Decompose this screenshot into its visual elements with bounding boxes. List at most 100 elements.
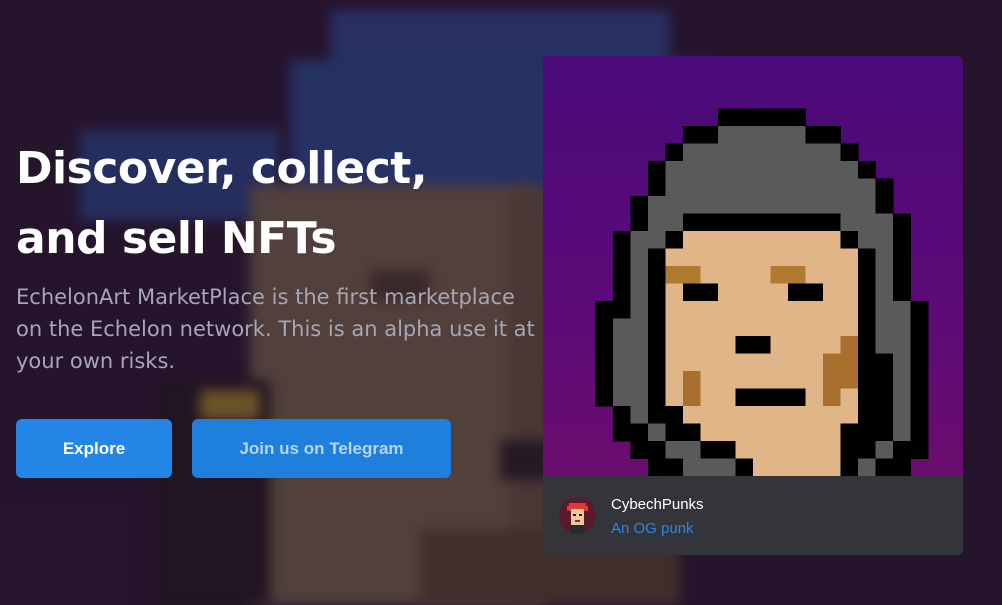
punk-pixel [875,441,894,459]
punk-pixel [630,371,649,389]
punk-pixel [683,126,701,144]
punk-pixel [910,318,929,337]
featured-nft-card[interactable]: CybechPunks An OG punk [543,56,963,555]
collection-name[interactable]: CybechPunks [611,496,704,513]
punk-pixel [700,336,719,354]
punk-pixel [788,406,806,424]
punk-pixel [665,161,684,179]
collection-avatar-icon[interactable] [559,497,596,534]
punk-pixel [735,248,754,267]
punk-pixel [893,406,911,424]
punk-pixel [823,318,841,337]
punk-pixel [805,231,824,249]
punk-pixel [630,318,649,337]
punk-pixel [613,336,631,354]
explore-button[interactable]: Explore [16,419,172,478]
punk-pixel [630,231,649,249]
punk-pixel [718,231,736,249]
punk-pixel [648,318,666,337]
punk-pixel [630,388,649,407]
punk-pixel [770,371,789,389]
nft-artwork[interactable] [543,56,963,476]
punk-pixel [893,336,911,354]
punk-pixel [840,406,859,424]
punk-pixel [875,406,894,424]
punk-pixel [823,196,841,214]
punk-pixel [858,318,876,337]
punk-pixel [788,143,806,162]
punk-pixel [595,301,614,319]
punk-pixel [805,143,824,162]
punk-pixel [823,161,841,179]
punk-pixel [840,161,859,179]
punk-pixel [893,423,911,442]
punk-pixel [648,196,666,214]
punk-pixel [788,353,806,372]
punk-pixel [840,371,859,389]
nft-subtitle-link[interactable]: An OG punk [611,520,694,537]
punk-pixel [805,178,824,197]
punk-pixel [770,406,789,424]
punk-pixel [735,126,754,144]
punk-pixel [648,441,666,459]
punk-pixel [718,406,736,424]
punk-pixel [630,336,649,354]
punk-pixel [665,213,684,232]
punk-pixel [788,318,806,337]
punk-pixel [700,266,719,284]
punk-pixel [683,231,701,249]
punk-pixel [840,423,859,442]
punk-pixel [910,301,929,319]
punk-pixel [858,371,876,389]
hero-title: Discover, collect, and sell NFTs [16,143,428,264]
punk-pixel [770,213,789,232]
punk-pixel [718,126,736,144]
punk-pixel [613,371,631,389]
punk-pixel [875,178,894,197]
join-telegram-button[interactable]: Join us on Telegram [192,419,451,478]
punk-pixel [875,371,894,389]
punk-pixel [840,353,859,372]
pixel-punk-icon [595,108,929,476]
punk-pixel [840,301,859,319]
punk-pixel [875,248,894,267]
punk-pixel [683,441,701,459]
punk-pixel [700,458,719,476]
hero-description: EchelonArt MarketPlace is the first mark… [16,285,535,373]
punk-pixel [665,196,684,214]
punk-pixel [805,196,824,214]
punk-pixel [805,423,824,442]
punk-pixel [753,126,771,144]
punk-pixel [823,371,841,389]
punk-pixel [753,406,771,424]
punk-pixel [700,143,719,162]
punk-pixel [770,301,789,319]
punk-pixel [735,458,754,476]
punk-pixel [735,336,754,354]
punk-pixel [840,213,859,232]
punk-pixel [700,406,719,424]
punk-pixel [893,231,911,249]
punk-pixel [893,318,911,337]
punk-pixel [718,266,736,284]
punk-pixel [700,301,719,319]
punk-pixel [700,441,719,459]
punk-pixel [700,126,719,144]
punk-pixel [648,231,666,249]
punk-pixel [788,441,806,459]
punk-pixel [770,231,789,249]
punk-pixel [858,336,876,354]
punk-pixel [770,441,789,459]
punk-pixel [700,423,719,442]
punk-pixel [823,266,841,284]
punk-pixel [858,353,876,372]
punk-pixel [823,441,841,459]
punk-pixel [648,423,666,442]
punk-pixel [840,283,859,302]
punk-pixel [770,266,789,284]
punk-pixel [735,353,754,372]
punk-pixel [753,318,771,337]
punk-pixel [858,196,876,214]
punk-pixel [788,213,806,232]
punk-pixel [735,161,754,179]
